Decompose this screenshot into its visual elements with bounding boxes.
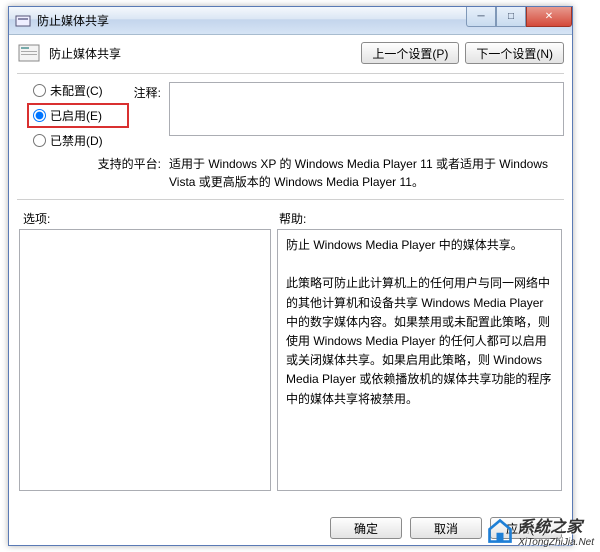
footer-buttons: 确定 取消 应用(A)	[330, 517, 562, 539]
radio-enabled-input[interactable]	[33, 109, 46, 122]
radio-enabled-label: 已启用(E)	[50, 107, 102, 124]
help-pane: 防止 Windows Media Player 中的媒体共享。 此策略可防止此计…	[277, 229, 562, 491]
minimize-button[interactable]: ─	[466, 7, 496, 27]
platform-row: 支持的平台: 适用于 Windows XP 的 Windows Media Pl…	[17, 155, 564, 191]
highlight-box: 已启用(E)	[27, 103, 129, 128]
next-setting-button[interactable]: 下一个设置(N)	[465, 42, 564, 64]
help-text: 防止 Windows Media Player 中的媒体共享。 此策略可防止此计…	[286, 238, 551, 406]
comment-block: 注释:	[123, 82, 564, 149]
platform-label: 支持的平台:	[98, 157, 161, 171]
prev-setting-button[interactable]: 上一个设置(P)	[361, 42, 459, 64]
radio-enabled[interactable]: 已启用(E)	[33, 107, 123, 124]
policy-title: 防止媒体共享	[49, 45, 361, 62]
radio-not-configured[interactable]: 未配置(C)	[33, 82, 123, 99]
ok-button[interactable]: 确定	[330, 517, 402, 539]
window-controls: ─ □ ✕	[466, 7, 572, 27]
radio-not-configured-label: 未配置(C)	[50, 82, 103, 99]
radio-disabled-input[interactable]	[33, 134, 46, 147]
options-label: 选项:	[17, 210, 273, 227]
config-row: 未配置(C) 已启用(E) 已禁用(D) 注释:	[17, 82, 564, 149]
titlebar: 防止媒体共享 ─ □ ✕	[9, 7, 572, 35]
platform-text: 适用于 Windows XP 的 Windows Media Player 11…	[169, 155, 564, 191]
divider	[17, 73, 564, 74]
radio-disabled[interactable]: 已禁用(D)	[33, 132, 123, 149]
state-radio-group: 未配置(C) 已启用(E) 已禁用(D)	[25, 82, 123, 149]
radio-column: 未配置(C) 已启用(E) 已禁用(D)	[17, 82, 123, 149]
policy-icon	[17, 41, 41, 65]
app-icon	[15, 13, 31, 29]
comment-label: 注释:	[123, 82, 169, 149]
comment-textarea[interactable]	[169, 82, 564, 136]
close-button[interactable]: ✕	[526, 7, 572, 27]
panes: 防止 Windows Media Player 中的媒体共享。 此策略可防止此计…	[17, 229, 564, 491]
radio-disabled-label: 已禁用(D)	[50, 132, 103, 149]
dialog-window: 防止媒体共享 ─ □ ✕ 防止媒体共享 上一个设置(P) 下一个设置(N) 未配…	[8, 6, 573, 546]
dialog-content: 防止媒体共享 上一个设置(P) 下一个设置(N) 未配置(C) 已启用(E)	[9, 35, 572, 491]
section-labels: 选项: 帮助:	[17, 210, 564, 227]
help-label: 帮助:	[273, 210, 306, 227]
platform-label-col: 支持的平台:	[17, 155, 169, 191]
nav-buttons: 上一个设置(P) 下一个设置(N)	[361, 42, 564, 64]
header-row: 防止媒体共享 上一个设置(P) 下一个设置(N)	[17, 41, 564, 65]
cancel-button[interactable]: 取消	[410, 517, 482, 539]
apply-button[interactable]: 应用(A)	[490, 517, 562, 539]
radio-not-configured-input[interactable]	[33, 84, 46, 97]
divider-2	[17, 199, 564, 200]
options-pane[interactable]	[19, 229, 271, 491]
maximize-button[interactable]: □	[496, 7, 526, 27]
